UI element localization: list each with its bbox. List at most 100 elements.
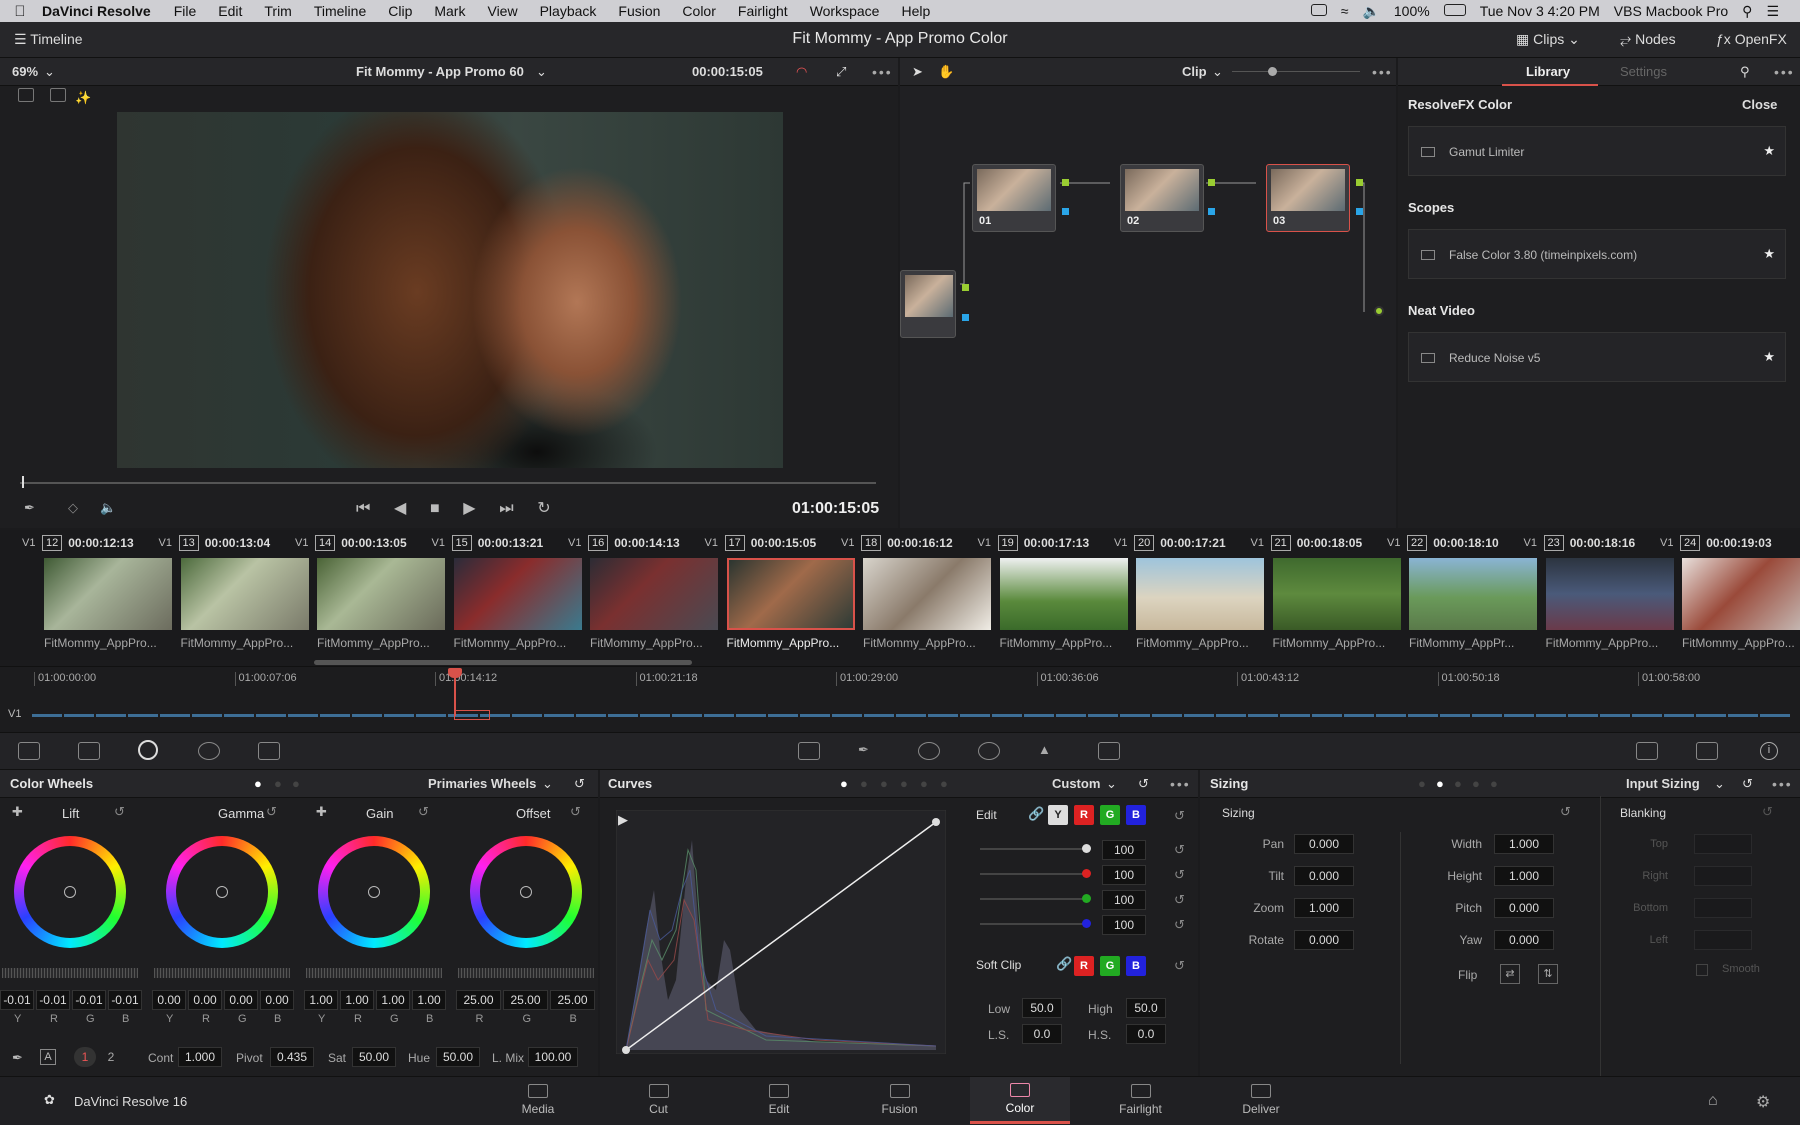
clip-thumbnail-15[interactable]: 15 00:00:13:21 FitMommy_AppPro...: [451, 534, 588, 650]
stop-icon[interactable]: ■: [430, 500, 440, 518]
nodes-toggle[interactable]: ⥂ Nodes: [1620, 31, 1676, 48]
sizing-value-pan[interactable]: 0.000: [1294, 834, 1354, 854]
blanking-field-top[interactable]: [1694, 834, 1752, 854]
library-item[interactable]: Reduce Noise v5 ★: [1408, 332, 1786, 382]
battery-percent[interactable]: 100%: [1387, 3, 1437, 19]
intensity-slider[interactable]: [980, 873, 1086, 875]
sizing-value-yaw[interactable]: 0.000: [1494, 930, 1554, 950]
curves-options-icon[interactable]: •••: [1170, 776, 1191, 792]
sizing-mode-select[interactable]: Input Sizing: [1626, 776, 1700, 791]
intensity-value[interactable]: 100: [1102, 840, 1146, 860]
node-output-port[interactable]: [1062, 208, 1069, 215]
lmix-value[interactable]: 100.00: [528, 1047, 578, 1067]
clip-thumbnail-23[interactable]: 23 00:00:18:16 FitMommy_AppPro...: [1543, 534, 1680, 650]
wheel-value-offset-g[interactable]: 25.00: [503, 990, 548, 1010]
high-value[interactable]: 50.0: [1126, 998, 1166, 1018]
color-picker-icon[interactable]: ◠: [796, 64, 807, 80]
page-1-button[interactable]: 1: [74, 1047, 96, 1067]
blanking-field-bottom[interactable]: [1694, 898, 1752, 918]
wheel-picker-icon[interactable]: ✚: [316, 804, 327, 820]
node-output-port[interactable]: [1208, 208, 1215, 215]
hs-value[interactable]: 0.0: [1126, 1024, 1166, 1044]
ls-value[interactable]: 0.0: [1022, 1024, 1062, 1044]
nav-page-color[interactable]: Color: [970, 1077, 1070, 1124]
flip-vertical-icon[interactable]: ⇅: [1538, 964, 1558, 984]
intensity-slider-handle[interactable]: [1082, 869, 1091, 878]
clip-thumbnail-24[interactable]: 24 00:00:19:03 FitMommy_AppPro...: [1680, 534, 1800, 650]
spotlight-icon[interactable]: ⚲: [1735, 3, 1759, 20]
page-dot[interactable]: ●: [920, 776, 928, 791]
reset-icon[interactable]: ↺: [1174, 867, 1185, 883]
page-dot[interactable]: ●: [1472, 776, 1480, 791]
reset-icon[interactable]: ↺: [574, 776, 585, 792]
page-dot[interactable]: ●: [1454, 776, 1462, 791]
play-icon[interactable]: ▶: [463, 498, 475, 518]
wheel-center-handle[interactable]: [64, 886, 76, 898]
intensity-slider[interactable]: [980, 923, 1086, 925]
page-dot-active[interactable]: ●: [1436, 776, 1444, 791]
viewer-options-icon[interactable]: •••: [872, 64, 893, 80]
battery-icon[interactable]: [1437, 3, 1473, 19]
color-wheel-lift[interactable]: [14, 836, 126, 948]
menu-fusion[interactable]: Fusion: [607, 3, 671, 19]
settings-gear-icon[interactable]: ⚙: [1756, 1092, 1770, 1112]
reset-icon[interactable]: ↺: [1174, 917, 1185, 933]
wheel-value-gamma-g[interactable]: 0.00: [224, 990, 258, 1010]
blanking-field-right[interactable]: [1694, 866, 1752, 886]
clip-thumbnail-14[interactable]: 14 00:00:13:05 FitMommy_AppPro...: [315, 534, 451, 650]
color-match-icon[interactable]: [78, 742, 100, 760]
page-2-button[interactable]: 2: [100, 1047, 122, 1067]
wheel-value-offset-b[interactable]: 25.00: [550, 990, 595, 1010]
auto-balance-icon[interactable]: ✒: [12, 1050, 23, 1066]
wheel-master-jog[interactable]: [154, 968, 290, 978]
sizing-mode-chevron-icon[interactable]: ⌄: [1714, 776, 1725, 792]
tab-library[interactable]: Library: [1526, 64, 1570, 79]
color-wheel-gain[interactable]: [318, 836, 430, 948]
nav-page-media[interactable]: Media: [488, 1078, 588, 1116]
clip-thumbnail-19[interactable]: 19 00:00:17:13 FitMommy_AppPro...: [997, 534, 1134, 650]
menu-playback[interactable]: Playback: [529, 3, 608, 19]
reset-icon[interactable]: ↺: [1762, 804, 1773, 820]
clips-toggle[interactable]: ▦ Clips ⌄: [1516, 31, 1580, 48]
page-dot[interactable]: ●: [880, 776, 888, 791]
menu-clip[interactable]: Clip: [377, 3, 423, 19]
intensity-slider[interactable]: [980, 898, 1086, 900]
magic-wand-icon[interactable]: ✨: [75, 90, 91, 105]
library-item[interactable]: Gamut Limiter ★: [1408, 126, 1786, 176]
go-to-start-icon[interactable]: ⏮: [356, 500, 370, 518]
control-center-icon[interactable]: ☰: [1759, 3, 1786, 20]
fullscreen-icon[interactable]: ⤢: [836, 64, 846, 80]
source-output-port[interactable]: [962, 314, 969, 321]
status-icon-wifi[interactable]: ≈: [1334, 3, 1356, 19]
intensity-value[interactable]: 100: [1102, 890, 1146, 910]
nav-page-edit[interactable]: Edit: [729, 1078, 829, 1116]
pointer-tool-icon[interactable]: ➤: [912, 64, 923, 80]
wheel-value-lift-r[interactable]: -0.01: [36, 990, 70, 1010]
softclip-g-button[interactable]: G: [1100, 956, 1120, 976]
favorite-star-icon[interactable]: ★: [1763, 246, 1775, 262]
nav-page-fairlight[interactable]: Fairlight: [1091, 1078, 1191, 1116]
wheels-mode-chevron-icon[interactable]: ⌄: [542, 776, 553, 792]
eyedropper-icon[interactable]: ✒: [24, 500, 35, 516]
sizing-value-height[interactable]: 1.000: [1494, 866, 1554, 886]
layers-icon[interactable]: ◇: [68, 500, 78, 516]
intensity-slider-handle[interactable]: [1082, 919, 1091, 928]
motion-effects-icon[interactable]: [258, 742, 280, 760]
clip-strip-scrollbar[interactable]: [314, 660, 692, 665]
menu-fairlight[interactable]: Fairlight: [727, 3, 799, 19]
rgb-mixer-icon[interactable]: [198, 742, 220, 760]
zoom-select[interactable]: 69%: [12, 64, 38, 79]
clip-thumbnail-22[interactable]: 22 00:00:18:10 FitMommy_AppPr...: [1407, 534, 1543, 650]
curve-handle-icon[interactable]: ▶: [618, 812, 628, 828]
link-icon[interactable]: 🔗: [1056, 956, 1072, 972]
wheel-value-lift-y[interactable]: -0.01: [0, 990, 34, 1010]
smooth-checkbox[interactable]: [1696, 964, 1708, 976]
wheel-value-lift-g[interactable]: -0.01: [72, 990, 106, 1010]
tracker-icon[interactable]: [978, 742, 1000, 760]
camera-raw-icon[interactable]: [18, 742, 40, 760]
favorite-star-icon[interactable]: ★: [1763, 143, 1775, 159]
node-mode-chevron-icon[interactable]: ⌄: [1212, 64, 1223, 80]
auto-color-icon[interactable]: A: [40, 1049, 56, 1065]
color-wheel-gamma[interactable]: [166, 836, 278, 948]
wheel-value-lift-b[interactable]: -0.01: [108, 990, 142, 1010]
